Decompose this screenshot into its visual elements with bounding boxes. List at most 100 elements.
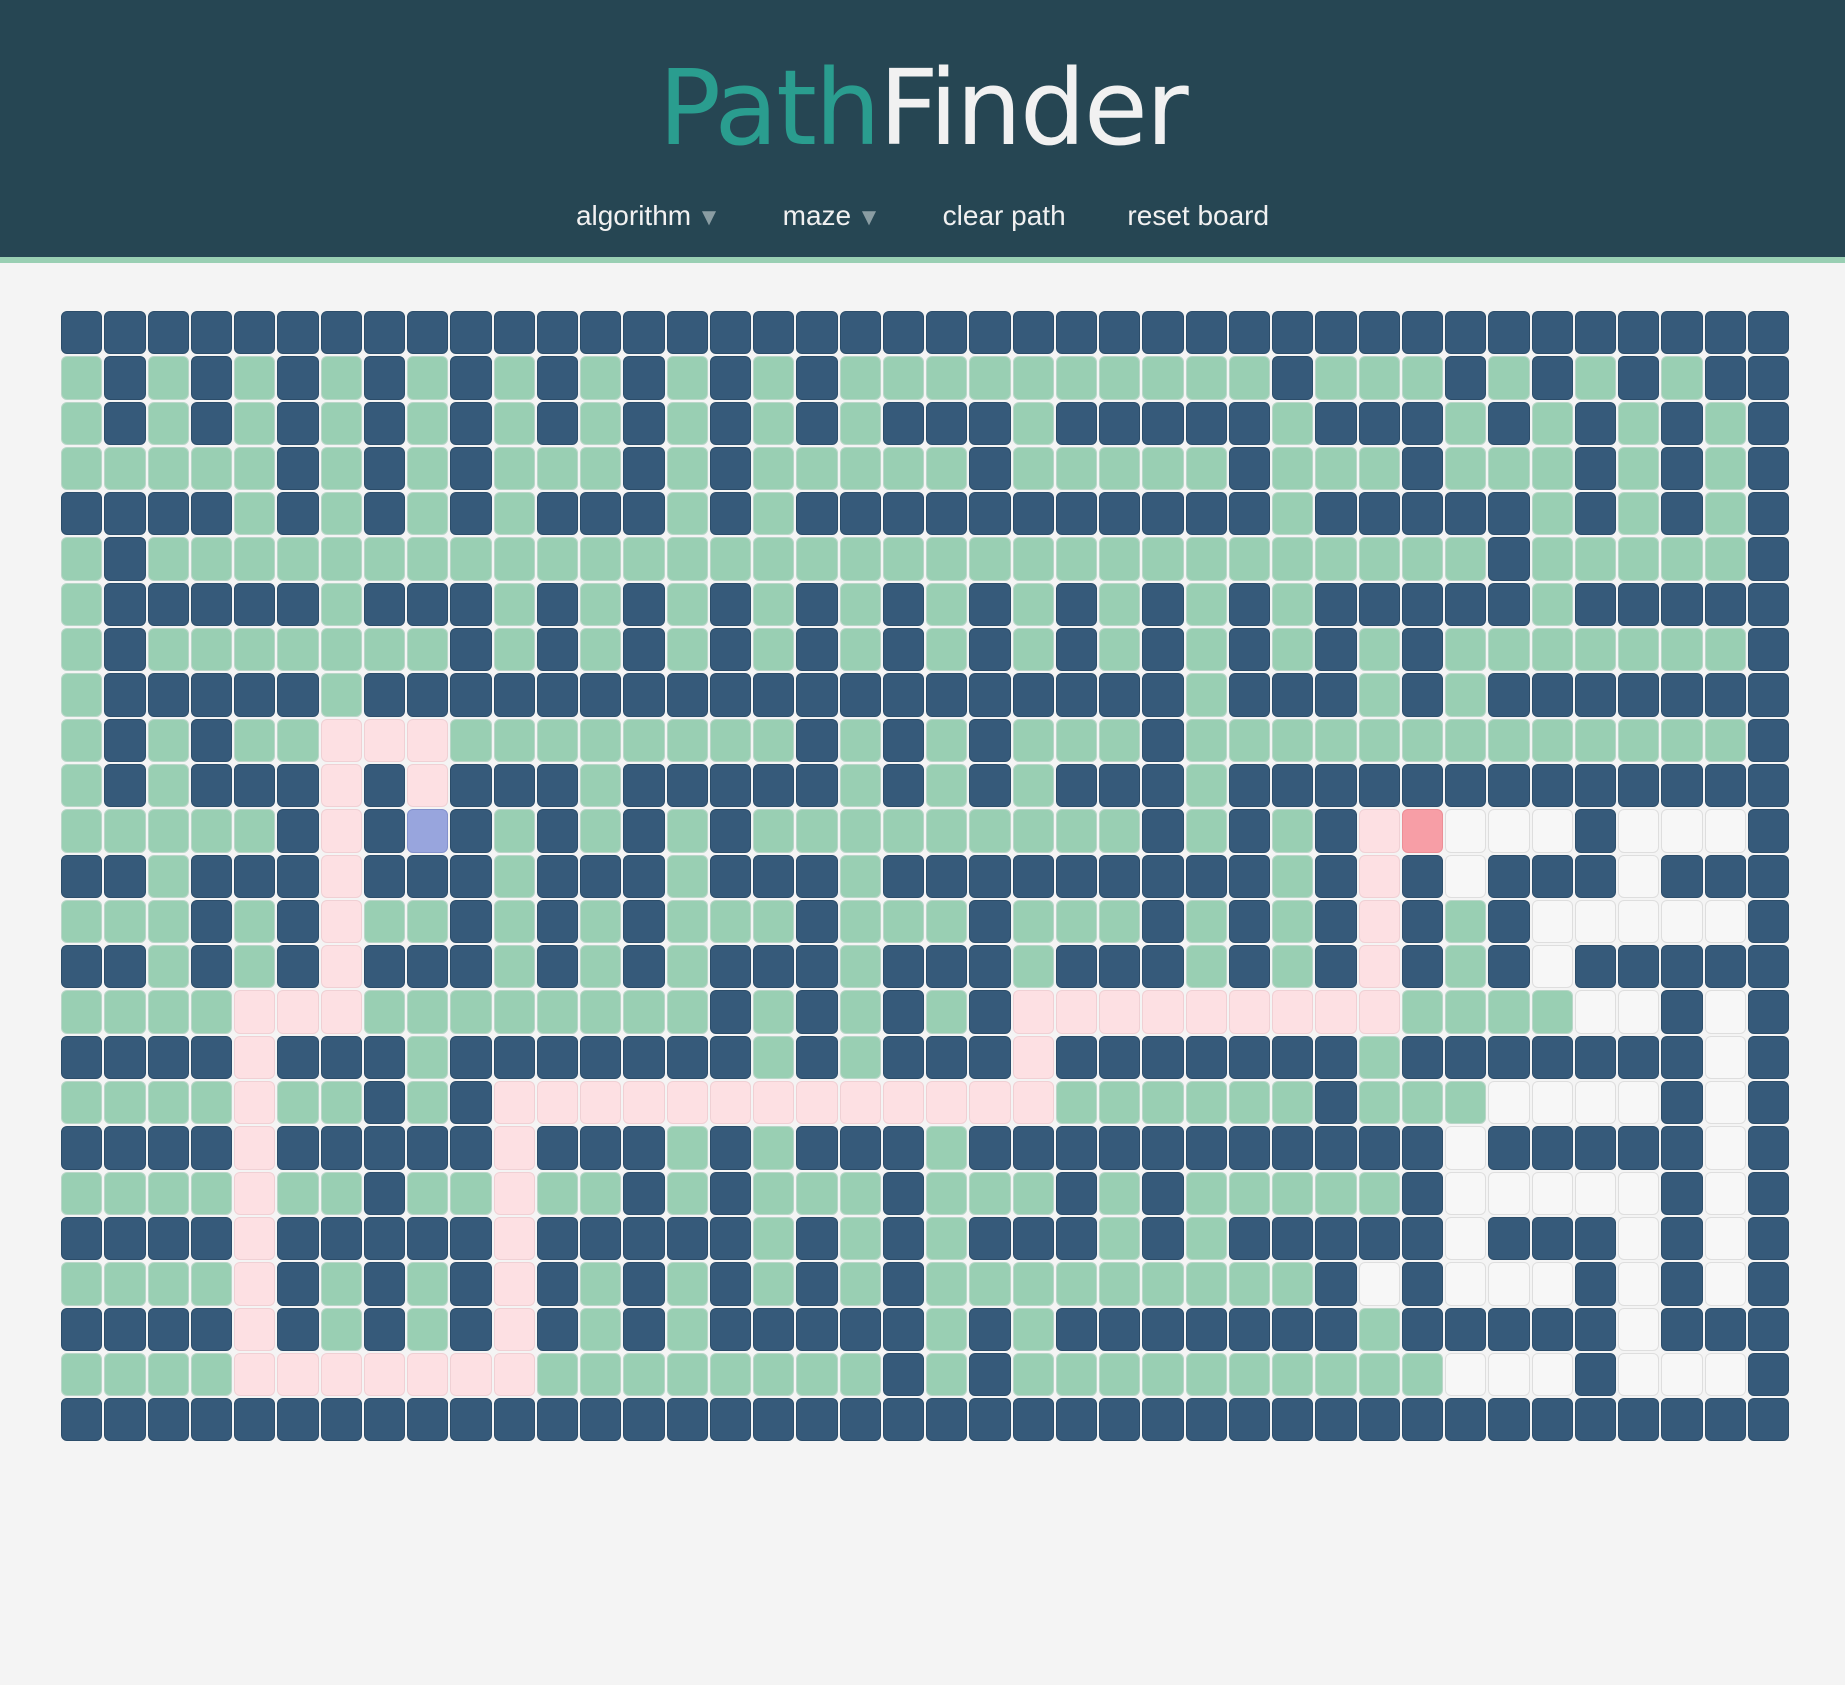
wall-cell[interactable] [1488, 401, 1530, 445]
visited-cell[interactable] [623, 537, 665, 581]
wall-cell[interactable] [1574, 1398, 1616, 1442]
visited-cell[interactable] [61, 673, 103, 717]
wall-cell[interactable] [450, 673, 492, 717]
wall-cell[interactable] [1574, 763, 1616, 808]
wall-cell[interactable] [1142, 492, 1184, 536]
wall-cell[interactable] [839, 311, 881, 355]
visited-cell[interactable] [926, 356, 968, 400]
wall-cell[interactable] [1315, 809, 1357, 853]
wall-cell[interactable] [1618, 1398, 1660, 1442]
wall-cell[interactable] [882, 1307, 924, 1351]
empty-cell[interactable] [1488, 1262, 1530, 1306]
wall-cell[interactable] [1747, 537, 1789, 581]
wall-cell[interactable] [1531, 1398, 1573, 1442]
visited-cell[interactable] [796, 1352, 838, 1397]
visited-cell[interactable] [320, 673, 362, 717]
wall-cell[interactable] [536, 945, 578, 989]
visited-cell[interactable] [1315, 446, 1357, 491]
wall-cell[interactable] [536, 673, 578, 717]
visited-cell[interactable] [1099, 582, 1141, 627]
empty-cell[interactable] [1704, 990, 1746, 1034]
wall-cell[interactable] [1488, 763, 1530, 808]
visited-cell[interactable] [61, 356, 103, 400]
wall-cell[interactable] [1228, 401, 1270, 445]
wall-cell[interactable] [320, 1126, 362, 1170]
visited-cell[interactable] [580, 1352, 622, 1397]
visited-cell[interactable] [1531, 582, 1573, 627]
wall-cell[interactable] [190, 492, 232, 536]
wall-cell[interactable] [1055, 492, 1097, 536]
visited-cell[interactable] [1531, 628, 1573, 672]
visited-cell[interactable] [450, 537, 492, 581]
wall-cell[interactable] [363, 1081, 405, 1125]
visited-cell[interactable] [969, 1262, 1011, 1306]
wall-cell[interactable] [1661, 492, 1703, 536]
algorithm-dropdown[interactable]: algorithm ▼ [576, 200, 721, 232]
wall-cell[interactable] [493, 1035, 535, 1080]
visited-cell[interactable] [1488, 356, 1530, 400]
visited-cell[interactable] [1445, 899, 1487, 944]
wall-cell[interactable] [1445, 356, 1487, 400]
wall-cell[interactable] [1574, 582, 1616, 627]
visited-cell[interactable] [580, 446, 622, 491]
wall-cell[interactable] [753, 763, 795, 808]
wall-cell[interactable] [450, 1307, 492, 1351]
wall-cell[interactable] [1704, 763, 1746, 808]
visited-cell[interactable] [1228, 1352, 1270, 1397]
wall-cell[interactable] [1272, 673, 1314, 717]
wall-cell[interactable] [1315, 628, 1357, 672]
wall-cell[interactable] [709, 401, 751, 445]
visited-cell[interactable] [1012, 763, 1054, 808]
visited-cell[interactable] [234, 628, 276, 672]
path-cell[interactable] [320, 1352, 362, 1397]
wall-cell[interactable] [1661, 1216, 1703, 1261]
visited-cell[interactable] [1099, 537, 1141, 581]
path-cell[interactable] [753, 1081, 795, 1125]
wall-cell[interactable] [1401, 401, 1443, 445]
visited-cell[interactable] [147, 446, 189, 491]
wall-cell[interactable] [1704, 582, 1746, 627]
visited-cell[interactable] [493, 492, 535, 536]
wall-cell[interactable] [1315, 763, 1357, 808]
visited-cell[interactable] [709, 537, 751, 581]
wall-cell[interactable] [104, 492, 146, 536]
visited-cell[interactable] [493, 854, 535, 898]
visited-cell[interactable] [363, 628, 405, 672]
wall-cell[interactable] [407, 854, 449, 898]
visited-cell[interactable] [1358, 1352, 1400, 1397]
wall-cell[interactable] [234, 763, 276, 808]
wall-cell[interactable] [234, 582, 276, 627]
wall-cell[interactable] [1185, 1126, 1227, 1170]
wall-cell[interactable] [1747, 718, 1789, 762]
wall-cell[interactable] [61, 1307, 103, 1351]
visited-cell[interactable] [839, 809, 881, 853]
wall-cell[interactable] [277, 1398, 319, 1442]
wall-cell[interactable] [1142, 763, 1184, 808]
wall-cell[interactable] [1228, 1035, 1270, 1080]
wall-cell[interactable] [1142, 401, 1184, 445]
wall-cell[interactable] [1012, 854, 1054, 898]
wall-cell[interactable] [1099, 854, 1141, 898]
wall-cell[interactable] [969, 854, 1011, 898]
reset-board-button[interactable]: reset board [1127, 200, 1269, 232]
visited-cell[interactable] [666, 1352, 708, 1397]
wall-cell[interactable] [234, 1398, 276, 1442]
visited-cell[interactable] [1401, 990, 1443, 1034]
wall-cell[interactable] [147, 582, 189, 627]
wall-cell[interactable] [61, 1126, 103, 1170]
visited-cell[interactable] [1272, 809, 1314, 853]
wall-cell[interactable] [1228, 1307, 1270, 1351]
visited-cell[interactable] [1272, 854, 1314, 898]
wall-cell[interactable] [450, 492, 492, 536]
wall-cell[interactable] [969, 628, 1011, 672]
visited-cell[interactable] [1315, 537, 1357, 581]
visited-cell[interactable] [1228, 537, 1270, 581]
visited-cell[interactable] [1358, 673, 1400, 717]
visited-cell[interactable] [1185, 809, 1227, 853]
wall-cell[interactable] [1185, 854, 1227, 898]
empty-cell[interactable] [1704, 809, 1746, 853]
visited-cell[interactable] [1142, 537, 1184, 581]
wall-cell[interactable] [190, 1126, 232, 1170]
path-cell[interactable] [493, 1171, 535, 1215]
path-cell[interactable] [234, 1307, 276, 1351]
